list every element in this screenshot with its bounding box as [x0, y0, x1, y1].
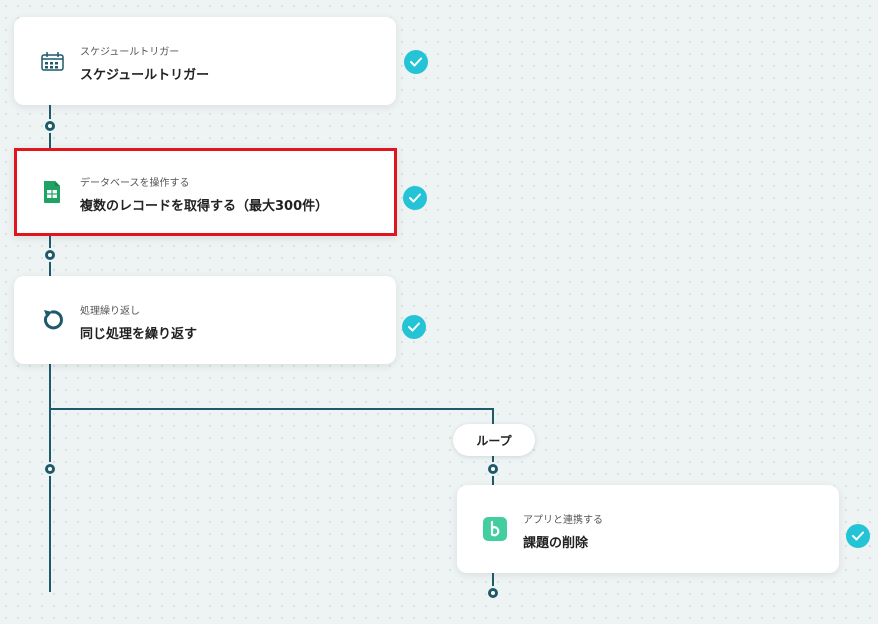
add-step-node-loop-1[interactable]	[488, 464, 498, 474]
add-step-node-1[interactable]	[45, 121, 55, 131]
step-card-schedule-trigger[interactable]: スケジュールトリガー スケジュールトリガー	[14, 17, 396, 105]
step-card-delete-issue[interactable]: アプリと連携する 課題の削除	[457, 485, 839, 573]
add-step-node-3[interactable]	[45, 464, 55, 474]
backlog-icon	[481, 515, 509, 543]
step-title: スケジュールトリガー	[80, 68, 210, 83]
step-card-get-records[interactable]: データベースを操作する 複数のレコードを取得する（最大300件）	[14, 148, 397, 236]
check-icon	[403, 186, 427, 210]
step-title: 複数のレコードを取得する（最大300件）	[80, 199, 329, 214]
google-sheets-icon	[38, 178, 66, 206]
step-card-loop[interactable]: 処理繰り返し 同じ処理を繰り返す	[14, 276, 396, 364]
step-title: 課題の削除	[523, 536, 589, 551]
step-subtitle: アプリと連携する	[523, 515, 603, 526]
check-icon	[846, 524, 870, 548]
step-subtitle: データベースを操作する	[80, 178, 190, 189]
step-title: 同じ処理を繰り返す	[80, 327, 198, 342]
loop-label: ループ	[453, 424, 535, 456]
add-step-node-loop-2[interactable]	[488, 588, 498, 598]
add-step-node-2[interactable]	[45, 250, 55, 260]
check-icon	[402, 315, 426, 339]
check-icon	[404, 50, 428, 74]
loop-arrow-icon	[38, 306, 66, 334]
step-subtitle: 処理繰り返し	[80, 306, 140, 317]
calendar-icon	[38, 47, 66, 75]
connector-line-branch-horizontal	[49, 408, 494, 410]
step-subtitle: スケジュールトリガー	[80, 47, 180, 58]
